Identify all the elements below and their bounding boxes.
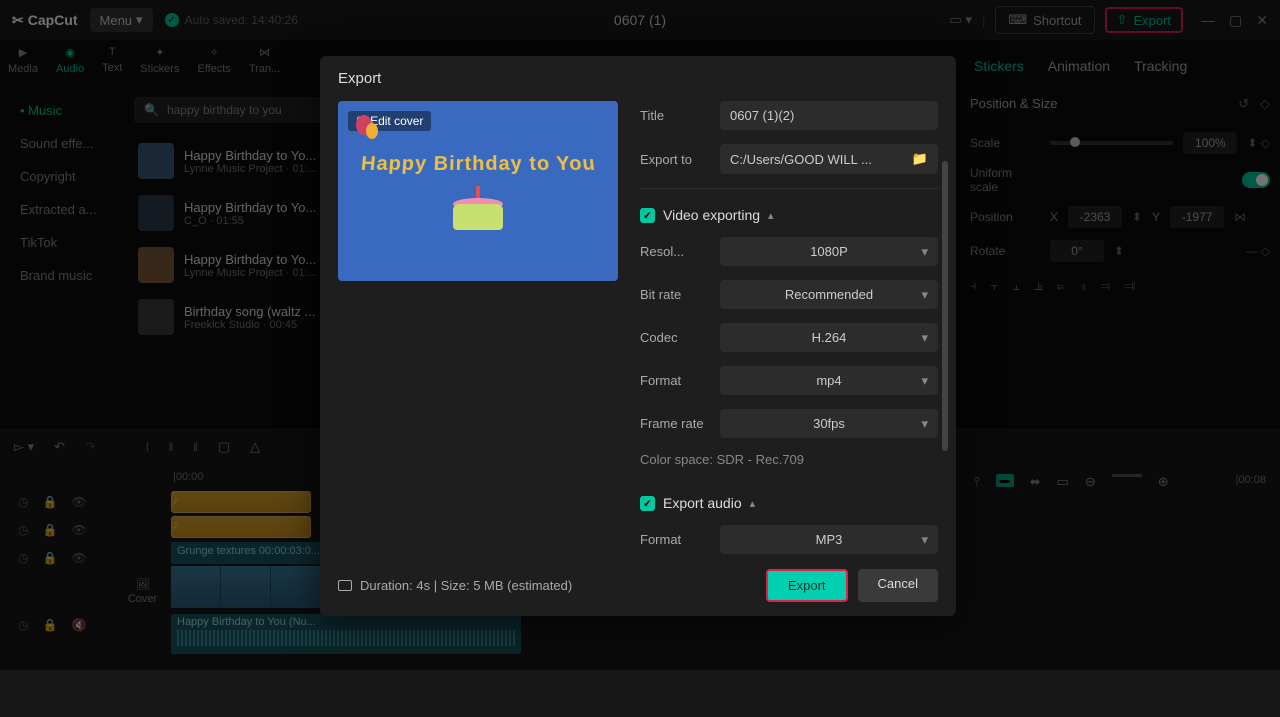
video-export-checkbox[interactable]: ✓ (640, 208, 655, 223)
modal-title: Export (320, 56, 956, 101)
bitrate-select[interactable]: Recommended (720, 280, 938, 309)
export-form: Title0607 (1)(2) Export toC:/Users/GOOD … (640, 101, 938, 555)
resolution-select[interactable]: 1080P (720, 237, 938, 266)
audio-format-select[interactable]: MP3 (720, 525, 938, 554)
cancel-button[interactable]: Cancel (858, 569, 938, 602)
format-select[interactable]: mp4 (720, 366, 938, 395)
scrollbar[interactable] (942, 161, 948, 451)
duration-info: Duration: 4s | Size: 5 MB (estimated) (338, 578, 572, 593)
export-modal: Export ✎Edit cover Happy Birthday to You… (320, 56, 956, 616)
cake-icon (453, 190, 503, 230)
color-space-note: Color space: SDR - Rec.709 (640, 452, 938, 467)
collapse-icon[interactable]: ▴ (768, 209, 774, 222)
export-path-input[interactable]: C:/Users/GOOD WILL ...📁 (720, 144, 938, 174)
export-confirm-button[interactable]: Export (766, 569, 848, 602)
balloon-icon (366, 123, 378, 139)
collapse-icon[interactable]: ▴ (750, 497, 756, 510)
film-icon (338, 580, 352, 591)
title-input[interactable]: 0607 (1)(2) (720, 101, 938, 130)
codec-select[interactable]: H.264 (720, 323, 938, 352)
preview-text: Happy Birthday to You (359, 153, 596, 176)
audio-export-checkbox[interactable]: ✓ (640, 496, 655, 511)
export-preview: ✎Edit cover Happy Birthday to You (338, 101, 618, 281)
framerate-select[interactable]: 30fps (720, 409, 938, 438)
folder-icon[interactable]: 📁 (912, 151, 928, 167)
